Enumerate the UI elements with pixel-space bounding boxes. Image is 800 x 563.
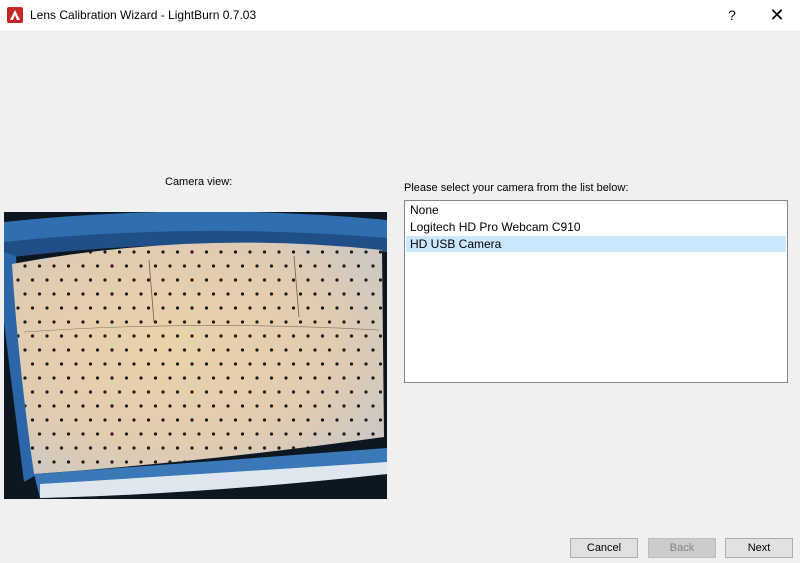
- title-bar: Lens Calibration Wizard - LightBurn 0.7.…: [0, 0, 800, 30]
- camera-list[interactable]: None Logitech HD Pro Webcam C910 HD USB …: [404, 200, 788, 383]
- camera-preview-image: [4, 212, 387, 499]
- next-button[interactable]: Next: [725, 538, 793, 558]
- window-title: Lens Calibration Wizard - LightBurn 0.7.…: [30, 8, 257, 22]
- lightburn-logo-icon: [7, 7, 23, 23]
- camera-view-label: Camera view:: [165, 176, 233, 188]
- question-icon: ?: [728, 7, 736, 23]
- camera-option-none[interactable]: None: [406, 202, 786, 218]
- camera-preview: [4, 212, 387, 499]
- camera-option-hd-usb[interactable]: HD USB Camera: [406, 236, 786, 252]
- help-button[interactable]: ?: [709, 0, 755, 30]
- close-button[interactable]: ✕: [754, 0, 800, 30]
- back-button[interactable]: Back: [648, 538, 716, 558]
- close-icon: ✕: [769, 4, 785, 25]
- camera-option-logitech[interactable]: Logitech HD Pro Webcam C910: [406, 219, 786, 235]
- camera-select-label: Please select your camera from the list …: [404, 182, 629, 194]
- cancel-button[interactable]: Cancel: [570, 538, 638, 558]
